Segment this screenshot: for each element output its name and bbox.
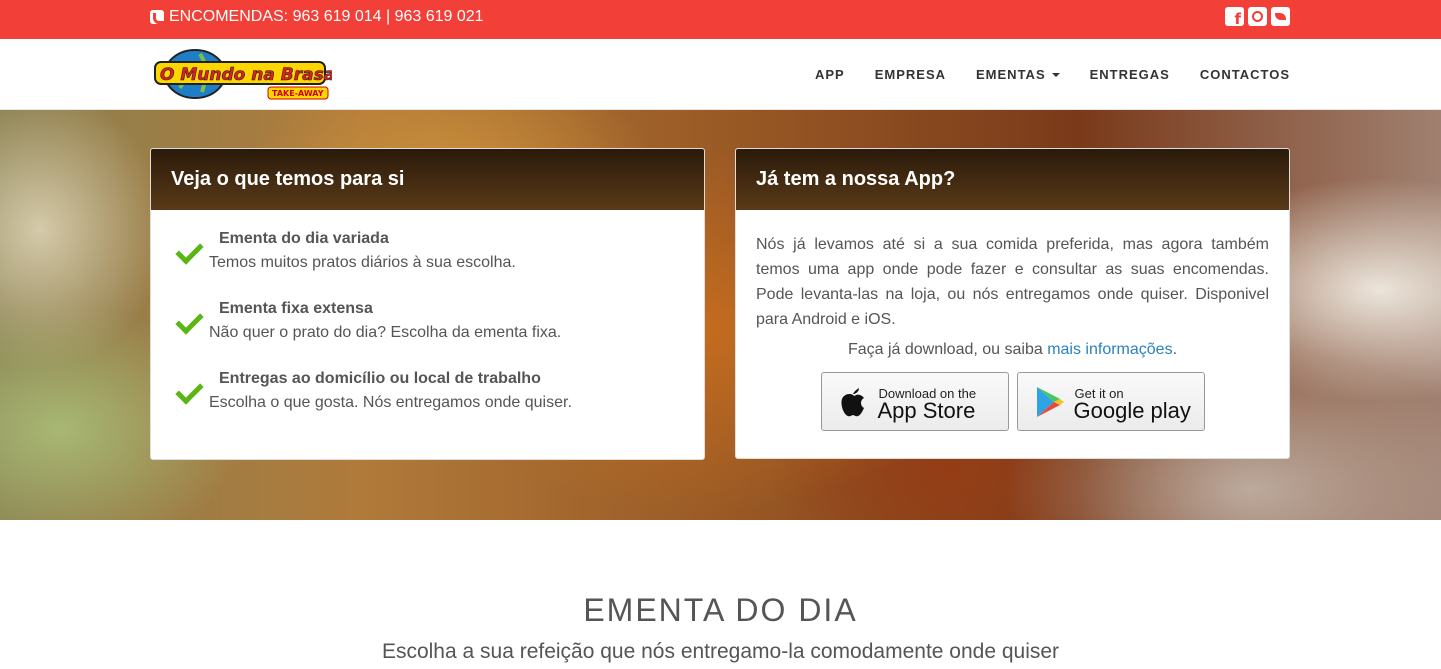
twitter-icon[interactable]	[1271, 7, 1290, 26]
check-icon	[173, 380, 201, 402]
feature-title: Entregas ao domicílio ou local de trabal…	[219, 370, 541, 387]
navbar: O Mundo na Brasa TAKE-AWAY APP EMPRESA E…	[0, 39, 1441, 110]
phone-text: ENCOMENDAS: 963 619 014 | 963 619 021	[169, 8, 484, 25]
main-nav: APP EMPRESA EMENTAS ENTREGAS CONTACTOS	[815, 67, 1290, 82]
app-store-button[interactable]: Download on the App Store	[820, 372, 1009, 431]
app-panel-title: Já tem a nossa App?	[736, 149, 1289, 210]
app-description: Nós já levamos até si a sua comida prefe…	[756, 236, 1269, 328]
logo[interactable]: O Mundo na Brasa TAKE-AWAY	[150, 48, 332, 102]
section-subtitle: Escolha a sua refeição que nós entregamo…	[381, 640, 1060, 663]
nav-item-ementas[interactable]: EMENTAS	[976, 67, 1060, 82]
appstore-big-text: App Store	[877, 398, 976, 423]
feature-item: Entregas ao domicílio ou local de trabal…	[173, 370, 684, 440]
feature-title: Ementa do dia variada	[219, 230, 389, 247]
phone-icon	[150, 10, 164, 24]
instagram-icon[interactable]	[1248, 7, 1267, 26]
top-bar: ENCOMENDAS: 963 619 014 | 963 619 021	[0, 0, 1441, 39]
store-buttons: Download on the App Store Get it on Goog…	[756, 372, 1269, 431]
googleplay-big-text: Google play	[1073, 398, 1191, 423]
feature-desc: Escolha o que gosta. Nós entregamos onde…	[209, 394, 572, 411]
apple-icon	[840, 388, 864, 417]
feature-item: Ementa fixa extensa Não quer o prato do …	[173, 300, 684, 370]
more-info-link[interactable]: mais informações	[1047, 341, 1172, 358]
nav-item-empresa[interactable]: EMPRESA	[875, 67, 946, 82]
phone-info: ENCOMENDAS: 963 619 014 | 963 619 021	[150, 8, 484, 26]
google-play-icon	[1036, 387, 1064, 417]
facebook-icon[interactable]	[1225, 7, 1244, 28]
svg-text:O Mundo na Brasa: O Mundo na Brasa	[160, 65, 332, 85]
feature-title: Ementa fixa extensa	[219, 300, 373, 317]
check-icon	[173, 310, 201, 332]
features-panel: Veja o que temos para si Ementa do dia v…	[150, 148, 705, 460]
feature-desc: Não quer o prato do dia? Escolha da emen…	[209, 324, 562, 341]
check-icon	[173, 240, 201, 262]
nav-item-entregas[interactable]: ENTREGAS	[1090, 67, 1170, 82]
app-panel: Já tem a nossa App? Nós já levamos até s…	[735, 148, 1290, 459]
download-line: Faça já download, ou saiba mais informaç…	[847, 341, 1178, 358]
section-title: EMENTA DO DIA	[583, 592, 858, 628]
feature-desc: Temos muitos pratos diários à sua escolh…	[209, 254, 516, 271]
google-play-button[interactable]: Get it on Google play	[1016, 372, 1205, 431]
svg-text:TAKE-AWAY: TAKE-AWAY	[272, 89, 324, 98]
nav-item-app[interactable]: APP	[815, 67, 845, 82]
feature-item: Ementa do dia variada Temos muitos prato…	[173, 230, 684, 300]
nav-item-contactos[interactable]: CONTACTOS	[1200, 67, 1290, 82]
features-panel-title: Veja o que temos para si	[151, 149, 704, 210]
social-links	[1225, 7, 1290, 28]
caret-down-icon	[1051, 72, 1060, 77]
